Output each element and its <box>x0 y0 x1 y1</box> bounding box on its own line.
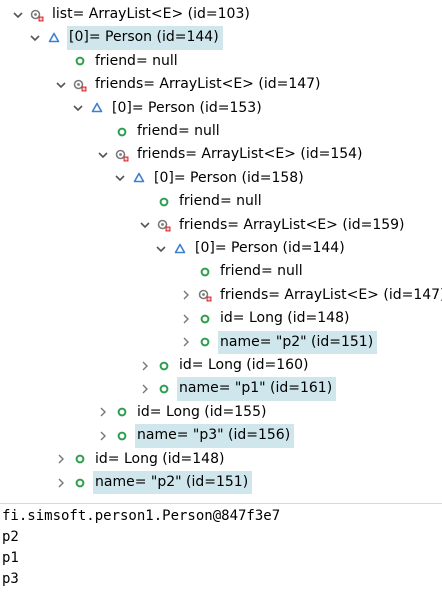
console-line: fi.simsoft.person1.Person@847f3e7 <box>2 508 281 524</box>
tree-row-label: list= ArrayList<E> (id=103) <box>52 6 250 22</box>
chevron-right-icon[interactable] <box>139 383 151 395</box>
tree-row-label: friend= null <box>179 193 262 210</box>
tree-row[interactable]: friends= ArrayList<E> (id=147) <box>55 73 325 96</box>
chevron-right-icon[interactable] <box>180 336 192 348</box>
chevron-down-icon[interactable] <box>139 219 151 231</box>
field-dot-icon <box>197 264 213 280</box>
tree-row[interactable]: friends= ArrayList<E> (id=159) <box>139 214 409 237</box>
console-output: fi.simsoft.person1.Person@847f3e7 p2 p1 p3 <box>2 506 280 590</box>
tree-row[interactable]: [0]= Person (id=158) <box>114 167 308 190</box>
tree-row-label: id= Long (id=155) <box>137 403 267 420</box>
tree-row[interactable]: friends= ArrayList<E> (id=154) <box>97 143 367 166</box>
tree-row[interactable]: name= "p3" (id=156) <box>97 424 295 448</box>
tree-row[interactable]: friend= null <box>97 120 224 143</box>
field-dot-icon <box>156 358 172 374</box>
chevron-right-icon[interactable] <box>180 289 192 301</box>
array-element-triangle-icon <box>46 30 62 46</box>
tree-row-label: friend= null <box>137 123 220 139</box>
variables-tree: list= ArrayList<E> (id=103) [0]= Person (… <box>0 0 442 498</box>
chevron-right-icon[interactable] <box>55 453 67 465</box>
tree-row-label: [0]= Person (id=153) <box>112 99 262 116</box>
console-line: p1 <box>2 550 19 566</box>
field-dot-icon <box>156 381 172 397</box>
tree-row-label: friend= null <box>220 263 303 280</box>
tree-row[interactable]: [0]= Person (id=153) <box>72 97 266 120</box>
arraylist-variable-icon <box>114 147 130 163</box>
tree-row-label: name= "p1" (id=161) <box>177 377 337 401</box>
tree-row-label: friends= ArrayList<E> (id=147) <box>95 76 321 93</box>
field-dot-icon <box>114 404 130 420</box>
field-dot-icon <box>197 334 213 350</box>
array-element-triangle-icon <box>172 241 188 257</box>
tree-row-label: friends= ArrayList<E> (id=159) <box>179 216 405 233</box>
field-dot-icon <box>114 428 130 444</box>
field-dot-icon <box>114 124 130 140</box>
chevron-down-icon[interactable] <box>155 243 167 255</box>
tree-row[interactable]: [0]= Person (id=144) <box>155 237 349 260</box>
tree-row[interactable]: id= Long (id=155) <box>97 401 270 424</box>
chevron-down-icon[interactable] <box>114 172 126 184</box>
tree-row-label: id= Long (id=148) <box>95 450 225 467</box>
tree-row[interactable]: id= Long (id=160) <box>139 354 312 377</box>
tree-row-label: name= "p2" (id=151) <box>218 330 378 354</box>
chevron-down-icon[interactable] <box>97 149 109 161</box>
tree-row[interactable]: friends= ArrayList<E> (id=147) <box>180 284 442 307</box>
chevron-right-icon[interactable] <box>97 430 109 442</box>
chevron-right-icon[interactable] <box>55 477 67 489</box>
tree-row-label: [0]= Person (id=144) <box>195 240 345 256</box>
field-dot-icon <box>72 475 88 491</box>
field-dot-icon <box>72 451 88 467</box>
tree-row[interactable]: id= Long (id=148) <box>55 448 228 471</box>
arraylist-variable-icon <box>197 287 213 303</box>
tree-row-label: [0]= Person (id=144) <box>67 26 223 50</box>
console-line: p2 <box>2 529 19 545</box>
array-element-triangle-icon <box>89 100 105 116</box>
tree-row-label: name= "p3" (id=156) <box>135 424 295 448</box>
tree-row-label: name= "p2" (id=151) <box>93 471 253 495</box>
tree-row[interactable]: id= Long (id=148) <box>180 307 353 330</box>
tree-row[interactable]: friend= null <box>139 190 266 213</box>
field-dot-icon <box>72 53 88 69</box>
array-element-triangle-icon <box>131 170 147 186</box>
field-dot-icon <box>156 194 172 210</box>
tree-row-label: id= Long (id=148) <box>220 310 350 327</box>
tree-row[interactable]: friend= null <box>55 50 182 73</box>
tree-row-label: [0]= Person (id=158) <box>154 169 304 186</box>
arraylist-variable-icon <box>72 77 88 93</box>
tree-row[interactable]: list= ArrayList<E> (id=103) <box>12 3 254 26</box>
tree-row[interactable]: name= "p1" (id=161) <box>139 377 337 401</box>
arraylist-variable-icon <box>156 217 172 233</box>
field-dot-icon <box>197 311 213 327</box>
chevron-down-icon[interactable] <box>55 79 67 91</box>
chevron-right-icon[interactable] <box>139 360 151 372</box>
tree-row-label: id= Long (id=160) <box>179 357 309 373</box>
chevron-right-icon[interactable] <box>97 406 109 418</box>
tree-row-label: friends= ArrayList<E> (id=154) <box>137 146 363 163</box>
tree-row-label: friends= ArrayList<E> (id=147) <box>220 286 442 303</box>
tree-row[interactable]: friend= null <box>180 260 307 283</box>
arraylist-variable-icon <box>29 7 45 23</box>
console-line: p3 <box>2 571 19 587</box>
tree-row[interactable]: name= "p2" (id=151) <box>180 330 378 354</box>
chevron-right-icon[interactable] <box>180 313 192 325</box>
chevron-down-icon[interactable] <box>12 9 24 21</box>
tree-row-label: friend= null <box>95 52 178 69</box>
console-separator <box>0 503 442 504</box>
tree-row[interactable]: name= "p2" (id=151) <box>55 471 253 495</box>
chevron-down-icon[interactable] <box>72 102 84 114</box>
chevron-down-icon[interactable] <box>29 32 41 44</box>
tree-row[interactable]: [0]= Person (id=144) <box>29 26 223 50</box>
